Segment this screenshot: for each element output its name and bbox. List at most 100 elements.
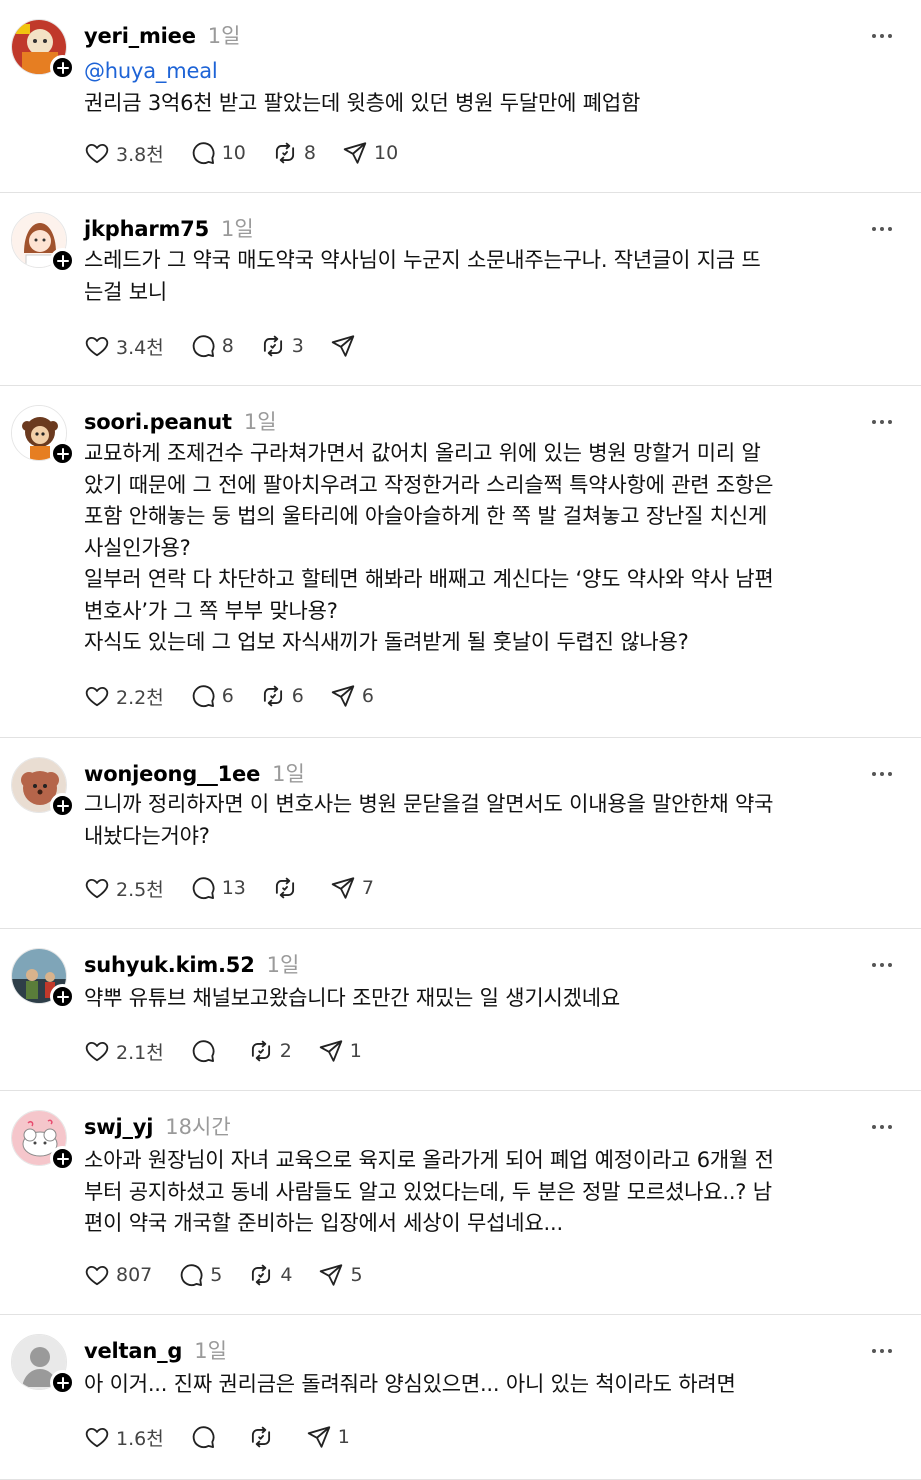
share-count: 7: [361, 877, 374, 899]
post-actions: 3.4천 8 3: [84, 331, 388, 361]
send-icon: [306, 1424, 332, 1450]
share-button[interactable]: 6: [330, 683, 374, 709]
more-options-button[interactable]: [871, 24, 893, 43]
post-actions: 3.8천 10 8 10: [84, 138, 424, 168]
username-link[interactable]: swj_yj: [84, 1115, 153, 1139]
repost-count: 8: [303, 142, 316, 164]
more-options-button[interactable]: [871, 953, 893, 972]
follow-button[interactable]: [50, 1370, 75, 1395]
share-button[interactable]: 5: [318, 1262, 363, 1288]
avatar-container[interactable]: [11, 1110, 75, 1171]
more-options-button[interactable]: [871, 1339, 893, 1358]
username-link[interactable]: suhyuk.kim.52: [84, 953, 255, 977]
comment-icon: [190, 140, 216, 166]
post-time: 1일: [272, 762, 305, 786]
comment-icon: [190, 683, 216, 709]
post-header: jkpharm75 1일: [84, 213, 254, 243]
repost-button[interactable]: 3: [260, 333, 304, 359]
reply-button[interactable]: 6: [190, 683, 234, 709]
heart-icon: [84, 1038, 110, 1064]
share-count: 6: [361, 685, 374, 707]
reply-button[interactable]: [190, 1424, 222, 1450]
comment-icon: [190, 333, 216, 359]
reply-count: 5: [210, 1264, 223, 1286]
heart-icon: [84, 875, 110, 901]
like-button[interactable]: 807: [84, 1262, 152, 1288]
avatar-container[interactable]: [11, 212, 75, 273]
post-text: 교묘하게 조제건수 구라쳐가면서 값어치 올리고 위에 있는 병원 망할거 미리…: [84, 441, 774, 654]
avatar-container[interactable]: [11, 757, 75, 818]
like-button[interactable]: 2.2천: [84, 683, 164, 710]
plus-icon: [56, 61, 69, 74]
reply-post: suhyuk.kim.52 1일 약뿌 유튜브 채널보고왔습니다 조만간 재밌는…: [0, 929, 921, 1091]
reply-count: 10: [221, 142, 246, 164]
post-time: 1일: [243, 410, 277, 434]
more-options-button[interactable]: [871, 217, 893, 236]
follow-button[interactable]: [50, 793, 75, 818]
repost-button[interactable]: 4: [248, 1262, 292, 1288]
more-options-button[interactable]: [871, 410, 893, 429]
share-count: 5: [350, 1264, 363, 1286]
avatar-container[interactable]: [11, 19, 75, 80]
repost-button[interactable]: [248, 1424, 280, 1450]
share-button[interactable]: [330, 333, 362, 359]
heart-icon: [84, 683, 110, 709]
post-text: 약뿌 유튜브 채널보고왔습니다 조만간 재밌는 일 생기시겠네요: [84, 986, 620, 1010]
repost-button[interactable]: 2: [248, 1038, 292, 1064]
like-button[interactable]: 3.4천: [84, 333, 164, 360]
username-link[interactable]: soori.peanut: [84, 410, 232, 434]
follow-button[interactable]: [50, 1146, 75, 1171]
username-link[interactable]: jkpharm75: [84, 217, 209, 241]
repost-button[interactable]: 8: [272, 140, 316, 166]
follow-button[interactable]: [50, 441, 75, 466]
reply-button[interactable]: 8: [190, 333, 234, 359]
like-count: 2.5천: [116, 878, 164, 901]
post-header: swj_yj 18시간: [84, 1111, 231, 1141]
repost-button[interactable]: 6: [260, 683, 304, 709]
mention-link[interactable]: @huya_meal: [84, 56, 899, 88]
more-options-button[interactable]: [871, 762, 893, 781]
repost-button[interactable]: [272, 875, 304, 901]
plus-icon: [56, 1152, 69, 1165]
share-button[interactable]: 7: [330, 875, 374, 901]
avatar-container[interactable]: [11, 948, 75, 1009]
username-link[interactable]: veltan_g: [84, 1339, 182, 1363]
post-body: 소아과 원장님이 자녀 교육으로 육지로 올라가게 되어 폐업 예정이라고 6개…: [84, 1145, 899, 1240]
follow-button[interactable]: [50, 984, 75, 1009]
share-button[interactable]: 1: [318, 1038, 362, 1064]
like-count: 2.1천: [116, 1041, 164, 1064]
reply-button[interactable]: 5: [178, 1262, 222, 1288]
like-button[interactable]: 3.8천: [84, 140, 164, 167]
reply-button[interactable]: 13: [190, 875, 246, 901]
username-link[interactable]: wonjeong__1ee: [84, 762, 260, 786]
more-dots-icon: [871, 762, 893, 781]
username-link[interactable]: yeri_miee: [84, 24, 196, 48]
follow-button[interactable]: [50, 55, 75, 80]
post-actions: 2.5천 13 7: [84, 873, 400, 903]
more-dots-icon: [871, 953, 893, 972]
repost-count: 2: [279, 1040, 292, 1062]
send-icon: [342, 140, 368, 166]
reply-post: swj_yj 18시간 소아과 원장님이 자녀 교육으로 육지로 올라가게 되어…: [0, 1091, 921, 1315]
follow-button[interactable]: [50, 248, 75, 273]
post-header: soori.peanut 1일: [84, 406, 277, 436]
post-time: 1일: [194, 1339, 227, 1363]
share-button[interactable]: 1: [306, 1424, 350, 1450]
post-body: 교묘하게 조제건수 구라쳐가면서 값어치 올리고 위에 있는 병원 망할거 미리…: [84, 438, 899, 659]
share-count: 1: [337, 1426, 350, 1448]
like-button[interactable]: 2.1천: [84, 1038, 164, 1065]
like-button[interactable]: 1.6천: [84, 1424, 164, 1451]
avatar-container[interactable]: [11, 405, 75, 466]
avatar-container[interactable]: [11, 1334, 75, 1395]
like-count: 2.2천: [116, 686, 164, 709]
post-header: veltan_g 1일: [84, 1335, 227, 1365]
plus-icon: [56, 447, 69, 460]
reply-button[interactable]: 10: [190, 140, 246, 166]
share-button[interactable]: 10: [342, 140, 398, 166]
like-button[interactable]: 2.5천: [84, 875, 164, 902]
post-text: 소아과 원장님이 자녀 교육으로 육지로 올라가게 되어 폐업 예정이라고 6개…: [84, 1148, 774, 1235]
reply-count: 13: [221, 877, 246, 899]
like-count: 807: [116, 1264, 153, 1286]
more-options-button[interactable]: [871, 1115, 893, 1134]
reply-button[interactable]: [190, 1038, 222, 1064]
